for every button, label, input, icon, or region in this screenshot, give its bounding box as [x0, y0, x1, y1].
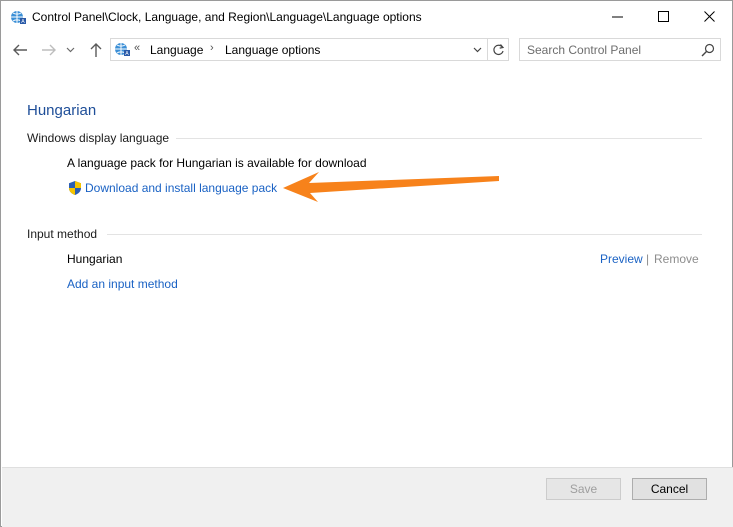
up-arrow-icon	[90, 43, 102, 57]
recent-locations-button[interactable]	[63, 41, 77, 59]
input-method-name: Hungarian	[67, 252, 123, 266]
section-divider	[107, 234, 702, 235]
back-arrow-icon	[13, 44, 27, 56]
address-bar[interactable]: A « Language › Language options	[110, 38, 488, 61]
save-button[interactable]: Save	[546, 478, 621, 500]
cancel-button[interactable]: Cancel	[632, 478, 707, 500]
title-bar: A Control Panel\Clock, Language, and Reg…	[1, 1, 732, 32]
back-button[interactable]	[10, 41, 30, 59]
close-icon	[703, 11, 715, 22]
chevron-down-icon	[66, 47, 74, 53]
breadcrumb-language-options[interactable]: Language options	[225, 43, 320, 57]
control-panel-icon: A	[115, 43, 130, 57]
address-dropdown-button[interactable]	[469, 41, 485, 58]
chevron-down-icon	[473, 47, 481, 52]
refresh-icon	[492, 44, 504, 56]
maximize-button[interactable]	[640, 1, 686, 32]
section-title-input-method: Input method	[27, 227, 98, 241]
maximize-icon	[657, 11, 669, 22]
close-button[interactable]	[686, 1, 732, 32]
download-language-pack-link[interactable]: Download and install language pack	[85, 181, 277, 195]
window-title: Control Panel\Clock, Language, and Regio…	[32, 10, 422, 24]
add-input-method-link[interactable]: Add an input method	[67, 277, 178, 291]
link-separator: |	[646, 252, 650, 266]
search-input[interactable]: Search Control Panel	[519, 38, 721, 61]
search-placeholder: Search Control Panel	[527, 43, 642, 57]
minimize-button[interactable]	[594, 1, 640, 32]
breadcrumb-overflow-button[interactable]: «	[134, 42, 140, 54]
footer-bar: Save Cancel	[2, 468, 733, 527]
svg-text:A: A	[21, 19, 25, 25]
minimize-icon	[611, 16, 623, 18]
breadcrumb-language[interactable]: Language	[150, 43, 203, 57]
language-pack-status: A language pack for Hungarian is availab…	[67, 156, 367, 170]
svg-text:A: A	[125, 51, 129, 57]
search-icon[interactable]	[700, 42, 716, 58]
breadcrumb-separator[interactable]: ›	[210, 42, 214, 54]
remove-link[interactable]: Remove	[654, 252, 699, 266]
up-button[interactable]	[86, 41, 106, 59]
annotation-arrow	[283, 172, 499, 202]
page-title: Hungarian	[27, 102, 97, 119]
forward-arrow-icon	[42, 44, 56, 56]
uac-shield-icon	[69, 181, 81, 195]
refresh-button[interactable]	[487, 38, 509, 61]
forward-button[interactable]	[39, 41, 59, 59]
navigation-bar: A « Language › Language options Search C…	[1, 32, 732, 68]
control-panel-icon: A	[11, 11, 26, 25]
section-divider	[176, 138, 702, 139]
preview-link[interactable]: Preview	[600, 252, 643, 266]
section-title-display-language: Windows display language	[27, 131, 170, 145]
control-panel-window: A Control Panel\Clock, Language, and Reg…	[0, 0, 733, 527]
